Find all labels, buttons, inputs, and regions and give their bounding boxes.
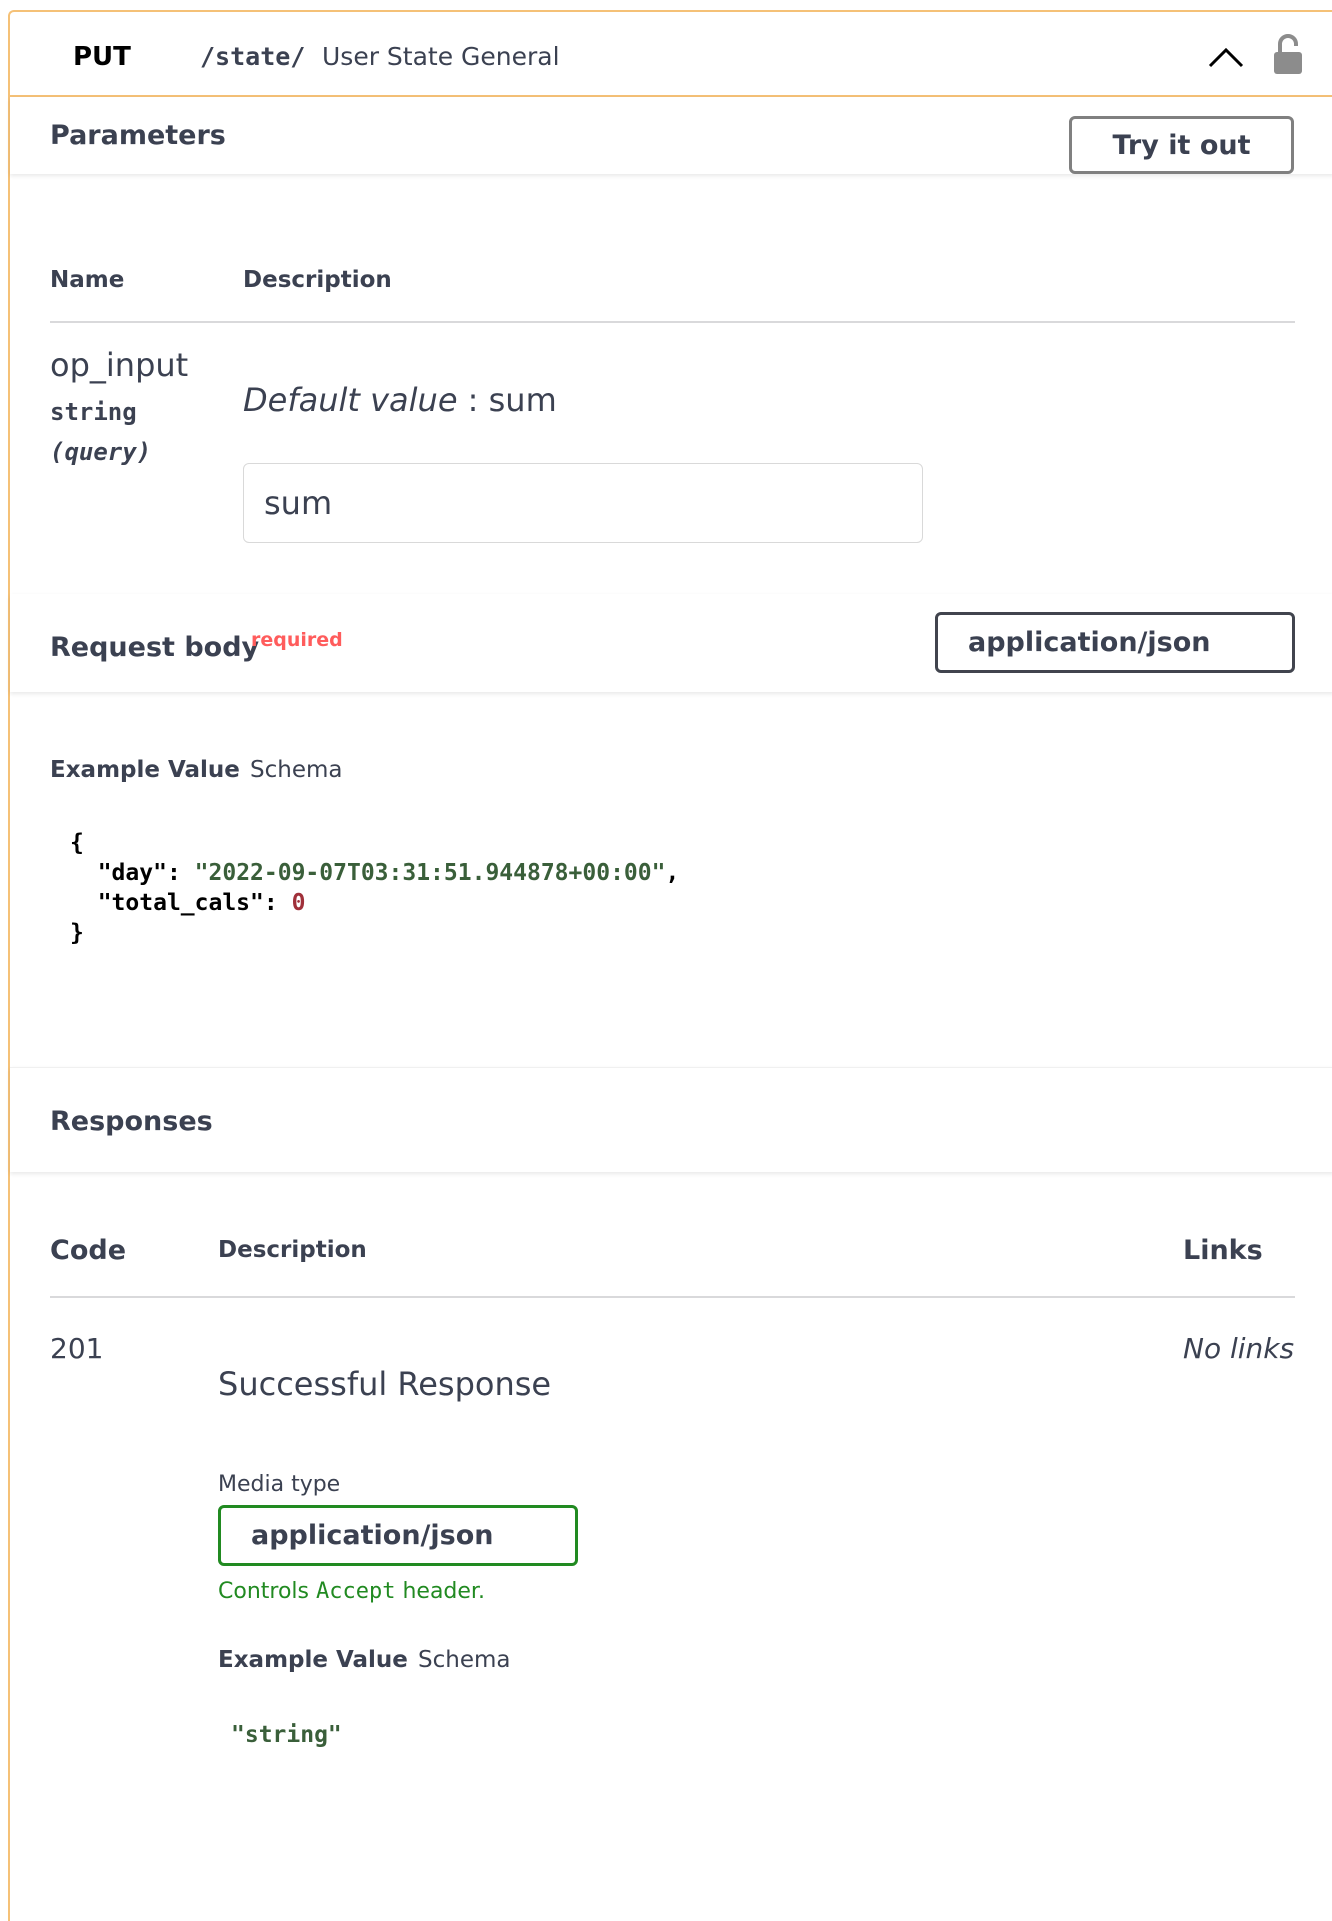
default-value-text: sum xyxy=(488,381,557,419)
resp-col-description: Description xyxy=(218,1237,367,1263)
code-key-total-cals: "total_cals" xyxy=(97,890,264,916)
accept-header-code: Accept xyxy=(315,1579,396,1604)
code-key-day: "day" xyxy=(97,860,167,886)
parameters-header: Parameters Try it out xyxy=(10,97,1332,174)
param-default-value: Default value : sum xyxy=(243,381,557,419)
responses-header: Responses xyxy=(10,1067,1332,1172)
resp-tab-schema[interactable]: Schema xyxy=(418,1647,510,1673)
param-col-description: Description xyxy=(243,267,392,293)
media-type-label: Media type xyxy=(218,1472,341,1497)
media-type-select[interactable]: application/json xyxy=(218,1505,578,1566)
response-description: Successful Response xyxy=(218,1365,552,1403)
chevron-up-icon[interactable] xyxy=(1206,42,1246,72)
resp-table-divider xyxy=(50,1296,1295,1298)
param-col-name: Name xyxy=(50,267,125,293)
unlocked-lock-icon[interactable] xyxy=(1272,34,1304,76)
code-open-brace: { xyxy=(70,830,84,856)
resp-tab-example-value[interactable]: Example Value xyxy=(218,1647,408,1673)
resp-col-code: Code xyxy=(50,1235,127,1266)
required-badge: required xyxy=(251,629,343,651)
content-type-select[interactable]: application/json xyxy=(935,612,1295,673)
code-value-day: "2022-09-07T03:31:51.944878+00:00" xyxy=(194,860,666,886)
default-value-separator: : xyxy=(457,381,489,419)
param-table-divider xyxy=(50,321,1295,323)
controls-accept-note: Controls Accept header. xyxy=(218,1579,485,1604)
op-input-field[interactable] xyxy=(243,463,923,543)
controls-note-post: header. xyxy=(395,1579,485,1604)
tab-example-value[interactable]: Example Value xyxy=(50,757,240,783)
try-it-out-button[interactable]: Try it out xyxy=(1069,116,1294,174)
resp-col-links: Links xyxy=(1183,1235,1263,1266)
operation-summary[interactable]: PUT /state/ User State General xyxy=(10,12,1332,97)
http-method-badge: PUT xyxy=(73,42,131,72)
parameters-title: Parameters xyxy=(50,120,226,151)
responses-title: Responses xyxy=(50,1106,213,1137)
default-value-label: Default value xyxy=(243,381,458,419)
tab-schema[interactable]: Schema xyxy=(250,757,342,783)
response-example-code: "string" xyxy=(231,1722,342,1748)
param-type: string xyxy=(50,398,137,426)
code-close-brace: } xyxy=(70,920,84,946)
operation-summary-text: User State General xyxy=(322,42,560,71)
operation-block: PUT /state/ User State General Parameter… xyxy=(8,10,1332,1921)
response-code: 201 xyxy=(50,1332,104,1365)
request-example-code: { "day": "2022-09-07T03:31:51.944878+00:… xyxy=(70,830,680,946)
controls-note-pre: Controls xyxy=(218,1579,316,1604)
endpoint-path: /state/ xyxy=(200,42,306,71)
code-value-total-cals: 0 xyxy=(291,890,306,916)
request-body-title: Request body xyxy=(50,632,260,663)
param-location: (query) xyxy=(50,438,152,466)
param-name: op_input xyxy=(50,346,189,384)
response-links: No links xyxy=(1183,1332,1295,1365)
